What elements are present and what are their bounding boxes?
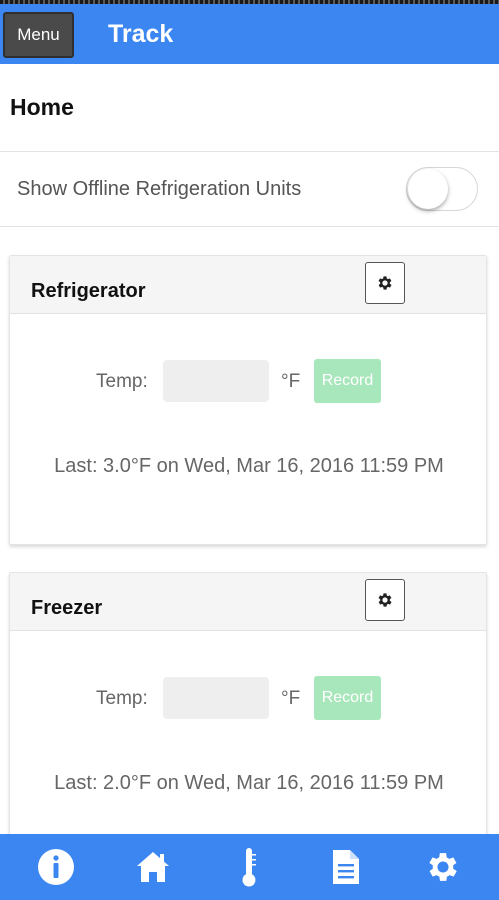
gear-icon: [429, 853, 457, 881]
page-title: Home: [10, 94, 74, 120]
record-button[interactable]: Record: [314, 676, 381, 720]
gear-icon: [378, 276, 392, 290]
menu-button[interactable]: Menu: [3, 12, 74, 58]
page-header: Home: [0, 64, 499, 152]
document-icon: [333, 850, 360, 884]
bottom-nav: [0, 834, 499, 900]
unit-card-refrigerator: Refrigerator Temp: °F Record Last: 3.0°F…: [9, 255, 487, 545]
last-reading: Last: 3.0°F on Wed, Mar 16, 2016 11:59 P…: [54, 455, 444, 477]
thermometer-icon: [242, 848, 257, 887]
card-header: Freezer: [10, 573, 486, 631]
temp-input[interactable]: [163, 677, 269, 719]
app-bar: Menu Track: [0, 4, 499, 64]
toggle-knob: [408, 169, 448, 209]
unit-settings-button[interactable]: [365, 579, 405, 621]
app-title: Track: [108, 20, 174, 48]
unit-name: Freezer: [31, 597, 103, 619]
info-icon: [38, 849, 75, 885]
nav-settings[interactable]: [408, 839, 478, 895]
temp-label: Temp:: [96, 688, 148, 709]
gear-icon: [378, 593, 392, 607]
card-header: Refrigerator: [10, 256, 486, 314]
unit-label: °F: [281, 688, 301, 709]
nav-info[interactable]: [21, 839, 91, 895]
nav-temperature[interactable]: [214, 839, 284, 895]
nav-home[interactable]: [118, 839, 188, 895]
temp-label: Temp:: [96, 371, 148, 392]
nav-reports[interactable]: [311, 839, 381, 895]
offline-units-toggle[interactable]: [406, 167, 478, 211]
unit-label: °F: [281, 371, 301, 392]
offline-units-label: Show Offline Refrigeration Units: [17, 178, 302, 200]
record-button[interactable]: Record: [314, 359, 381, 403]
unit-name: Refrigerator: [31, 280, 146, 302]
temp-input[interactable]: [163, 360, 269, 402]
last-reading: Last: 2.0°F on Wed, Mar 16, 2016 11:59 P…: [54, 772, 444, 794]
home-icon: [136, 852, 169, 882]
unit-card-freezer: Freezer Temp: °F Record Last: 2.0°F on W…: [9, 572, 487, 862]
unit-settings-button[interactable]: [365, 262, 405, 304]
